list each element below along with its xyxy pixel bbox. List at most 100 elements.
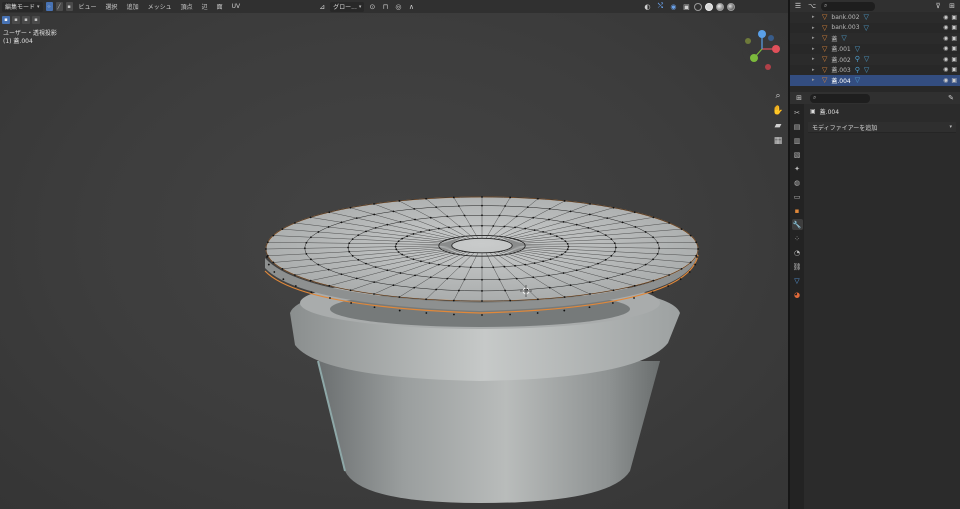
gizmo-neg-y[interactable]: [745, 38, 751, 44]
new-collection-icon[interactable]: ⊞: [947, 1, 957, 11]
world-tab-icon[interactable]: ◍: [792, 177, 803, 188]
navigation-gizmo[interactable]: [742, 29, 782, 70]
eye-icon[interactable]: ◉: [943, 66, 948, 73]
wireframe-shading-icon[interactable]: [694, 2, 703, 11]
outliner-row[interactable]: ▸ ▽ 蓋.002 ⚲ ▽ ◉ ▣: [790, 54, 960, 65]
mesh-object-icon: ▽: [822, 44, 828, 53]
mode-dropdown[interactable]: 編集モード ▾: [2, 1, 43, 12]
expand-arrow-icon[interactable]: ▸: [812, 14, 818, 20]
menu-edge[interactable]: 辺: [199, 2, 211, 11]
eye-icon[interactable]: ◉: [943, 56, 948, 63]
camera-icon[interactable]: ▣: [951, 66, 957, 73]
object-types-visibility-icon[interactable]: ◐: [642, 2, 652, 12]
object-tab-icon[interactable]: ▪: [792, 205, 803, 216]
expand-arrow-icon[interactable]: ▸: [812, 25, 818, 31]
mesh-vertex: [397, 251, 400, 253]
expand-arrow-icon[interactable]: ▸: [812, 35, 818, 41]
view-layer-tab-icon[interactable]: ▧: [792, 149, 803, 160]
camera-icon[interactable]: ▣: [951, 45, 957, 52]
expand-arrow-icon[interactable]: ▸: [812, 77, 818, 83]
modifier-tab-icon[interactable]: 🔧: [791, 219, 803, 230]
outliner-search-input[interactable]: ⌕: [821, 1, 875, 11]
select-subtract-icon[interactable]: ▪: [22, 16, 30, 24]
gizmo-x-axis[interactable]: [772, 45, 780, 53]
editor-type-icon[interactable]: ⊞: [794, 93, 804, 103]
gizmo-y-axis[interactable]: [750, 54, 758, 62]
outliner-row[interactable]: ▸ ▽ bank.002 ▽ ◉ ▣: [790, 12, 960, 23]
eye-icon[interactable]: ◉: [943, 14, 948, 21]
transform-orientation-dropdown[interactable]: グロー... ▾: [330, 1, 365, 12]
eye-icon[interactable]: ◉: [943, 35, 948, 42]
data-tab-icon[interactable]: ▽: [792, 275, 803, 286]
zoom-icon[interactable]: ⌕: [772, 90, 784, 102]
menu-mesh[interactable]: メッシュ: [145, 2, 175, 11]
select-extend-icon[interactable]: ▪: [12, 16, 20, 24]
rendered-shading-icon[interactable]: [727, 2, 736, 11]
camera-icon[interactable]: ▣: [951, 77, 957, 84]
gizmo-icon[interactable]: ⤭: [655, 2, 665, 12]
solid-shading-icon[interactable]: [705, 2, 714, 11]
menu-uv[interactable]: UV: [229, 3, 244, 10]
eye-icon[interactable]: ◉: [943, 45, 948, 52]
mesh-data-icon: ▽: [863, 13, 869, 22]
hand-pan-icon[interactable]: ✋: [772, 105, 784, 117]
gizmo-neg-x[interactable]: [765, 64, 771, 70]
camera-icon[interactable]: ▣: [951, 14, 957, 21]
xray-icon[interactable]: ▣: [681, 2, 691, 12]
physics-tab-icon[interactable]: ◔: [792, 247, 803, 258]
outliner-row[interactable]: ▸ ▽ bank.003 ▽ ◉ ▣: [790, 23, 960, 34]
particles-tab-icon[interactable]: ⁘: [792, 233, 803, 244]
collection-tab-icon[interactable]: ▭: [792, 191, 803, 202]
filter-icon[interactable]: ⊽: [933, 1, 943, 11]
mesh-vertex: [267, 263, 270, 266]
gizmo-z-axis[interactable]: [758, 30, 766, 38]
mesh-vertex: [509, 299, 512, 302]
camera-icon[interactable]: ▣: [951, 35, 957, 42]
proportional-edit-icon[interactable]: ◎: [393, 2, 403, 12]
scene-tab-icon[interactable]: ✦: [792, 163, 803, 174]
falloff-icon[interactable]: ∧: [406, 2, 416, 12]
output-tab-icon[interactable]: ▥: [792, 135, 803, 146]
pin-icon[interactable]: ✎: [946, 93, 956, 103]
camera-icon[interactable]: ▣: [951, 24, 957, 31]
material-preview-icon[interactable]: [716, 2, 725, 11]
gizmo-neg-z[interactable]: [768, 35, 774, 41]
menu-add[interactable]: 追加: [124, 2, 142, 11]
overlay-icon[interactable]: ◉: [668, 2, 678, 12]
select-invert-icon[interactable]: ▪: [32, 16, 40, 24]
properties-search-input[interactable]: ⌕: [810, 93, 870, 103]
ortho-grid-icon[interactable]: ▦: [772, 135, 784, 147]
menu-face[interactable]: 面: [214, 2, 226, 11]
menu-view[interactable]: ビュー: [76, 2, 100, 11]
render-tab-icon[interactable]: ▤: [792, 121, 803, 132]
eye-icon[interactable]: ◉: [943, 77, 948, 84]
tool-tab-icon[interactable]: ✂: [792, 107, 803, 118]
mesh-vertex: [349, 206, 352, 209]
constraints-tab-icon[interactable]: ⛓: [792, 261, 803, 272]
3d-viewport[interactable]: ▪ ▪ ▪ ▪ ユーザー・透視投影 (1) 蓋.004 ⌕ ✋ ▰ ▦: [0, 13, 788, 509]
outliner-row[interactable]: ▸ ▽ 蓋.003 ⚲ ▽ ◉ ▣: [790, 65, 960, 76]
expand-arrow-icon[interactable]: ▸: [812, 46, 818, 52]
menu-vertex[interactable]: 頂点: [178, 2, 196, 11]
camera-view-icon[interactable]: ▰: [772, 120, 784, 132]
expand-arrow-icon[interactable]: ▸: [812, 56, 818, 62]
face-select-button[interactable]: ▪: [65, 2, 73, 11]
outliner-row-active[interactable]: ▸ ▽ 蓋.004 ▽ ◉ ▣: [790, 75, 960, 86]
snap-icon[interactable]: ⊓: [380, 2, 390, 12]
select-new-icon[interactable]: ▪: [2, 16, 10, 24]
pivot-point-icon[interactable]: ⊙: [367, 2, 377, 12]
mesh-vertex: [680, 267, 683, 270]
material-tab-icon[interactable]: ◕: [792, 289, 803, 300]
mesh-scene[interactable]: [0, 13, 788, 509]
camera-icon[interactable]: ▣: [951, 56, 957, 63]
expand-arrow-icon[interactable]: ▸: [812, 67, 818, 73]
menu-select[interactable]: 選択: [103, 2, 121, 11]
edge-select-button[interactable]: ╱: [55, 2, 63, 11]
display-mode-icon[interactable]: ⌥: [807, 1, 817, 11]
outliner-row[interactable]: ▸ ▽ 蓋 ▽ ◉ ▣: [790, 33, 960, 44]
eye-icon[interactable]: ◉: [943, 24, 948, 31]
outliner-row[interactable]: ▸ ▽ 蓋.001 ▽ ◉ ▣: [790, 44, 960, 55]
vertex-select-button[interactable]: ⁘: [45, 2, 53, 11]
editor-type-icon[interactable]: ☰: [793, 1, 803, 11]
add-modifier-button[interactable]: モディファイアーを追加 ▾: [808, 122, 956, 133]
